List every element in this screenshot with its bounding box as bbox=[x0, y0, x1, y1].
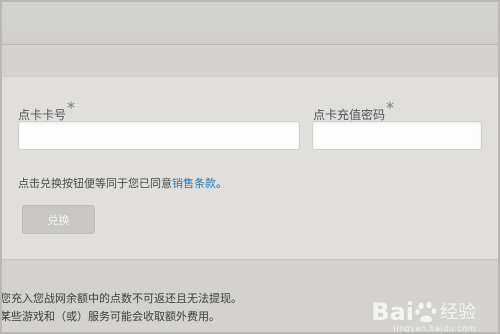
redeem-button[interactable]: 兑换 bbox=[22, 205, 95, 234]
terms-agreement-text: 点击兑换按钮便等同于您已同意 bbox=[18, 177, 172, 190]
top-band bbox=[0, 0, 500, 45]
required-mark: * bbox=[386, 98, 395, 117]
redeem-form: 点卡卡号* 点卡充值密码* 点击兑换按钮便等同于您已同意销售条款。 兑换 bbox=[0, 76, 500, 260]
required-mark: * bbox=[67, 98, 76, 117]
notice-line-1: 您充入您战网余额中的点数不可返还且无法提现。 bbox=[0, 292, 242, 305]
card-number-field[interactable] bbox=[18, 121, 300, 150]
card-number-label-text: 点卡卡号 bbox=[18, 108, 67, 122]
watermark-site: jingyan.baidu.com bbox=[393, 324, 476, 333]
card-pin-label-text: 点卡充值密码 bbox=[313, 108, 386, 122]
card-pin-field[interactable] bbox=[312, 121, 482, 150]
paw-icon bbox=[415, 300, 437, 324]
redeem-notice: 您充入您战网余额中的点数不可返还且无法提现。 某些游戏和（或）服务可能会收取额外… bbox=[0, 290, 242, 326]
watermark-logo-right: 经验 bbox=[440, 302, 476, 323]
terms-agreement: 点击兑换按钮便等同于您已同意销售条款。 bbox=[18, 175, 227, 191]
baidu-jingyan-watermark: Bai 经验 jingyan.baidu.com bbox=[371, 298, 476, 333]
watermark-logo-left: Bai bbox=[371, 298, 414, 326]
notice-line-2: 某些游戏和（或）服务可能会收取额外费用。 bbox=[0, 310, 220, 323]
terms-of-sale-link[interactable]: 销售条款 bbox=[172, 177, 216, 190]
terms-agreement-period: 。 bbox=[216, 177, 227, 190]
